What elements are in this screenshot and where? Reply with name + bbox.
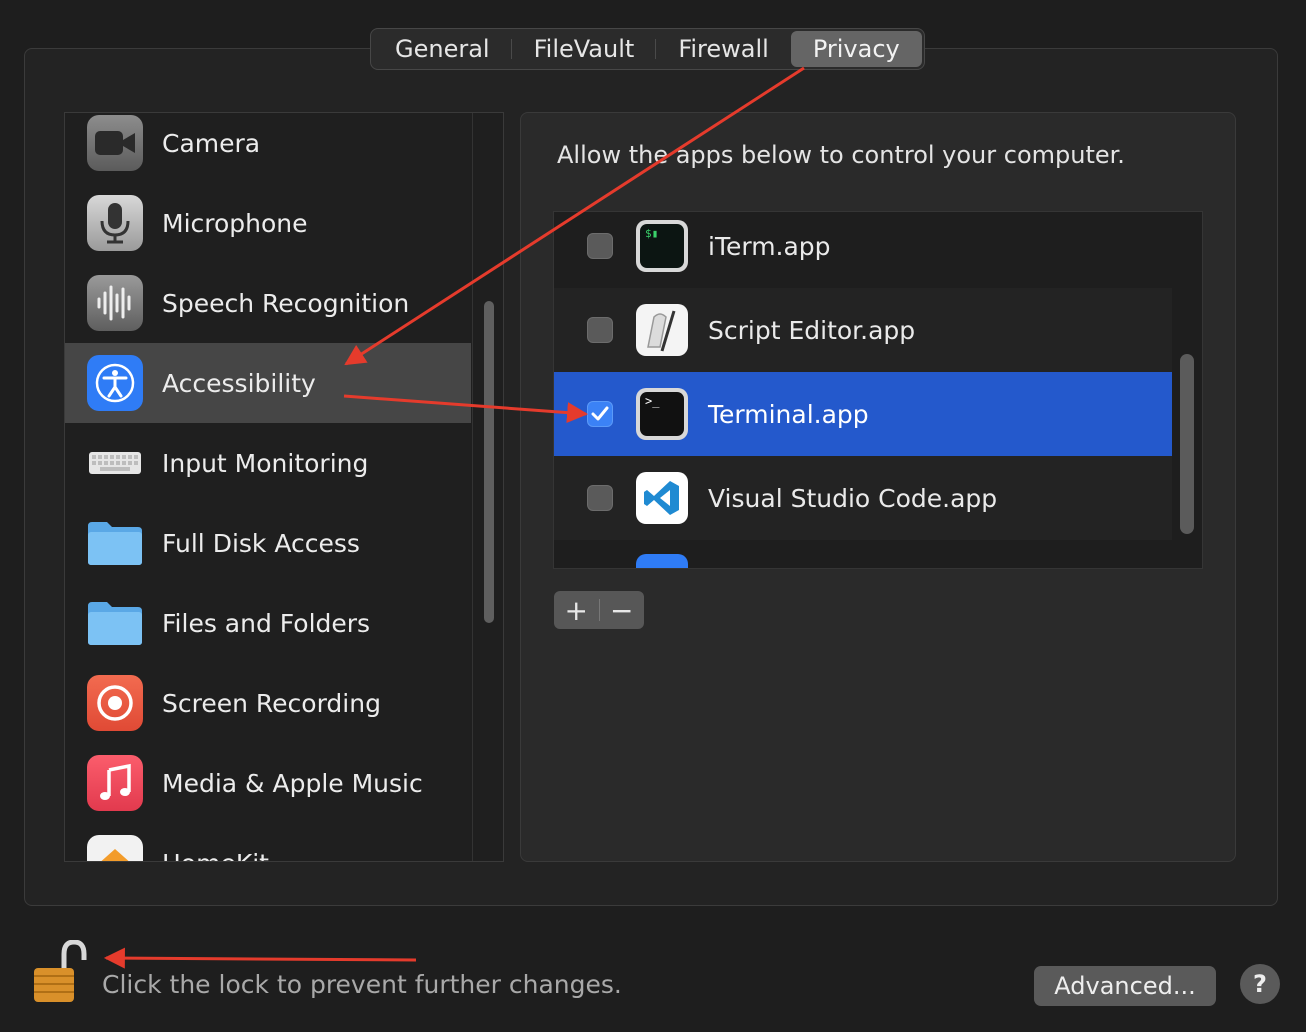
tab-filevault[interactable]: FileVault <box>512 31 657 67</box>
permission-description: Allow the apps below to control your com… <box>557 141 1125 169</box>
checkbox-script-editor[interactable] <box>587 317 613 343</box>
sidebar-item-label: Camera <box>162 128 261 158</box>
sidebar-scrollbar-thumb[interactable] <box>484 301 494 623</box>
app-icon <box>636 554 688 568</box>
app-label: Terminal.app <box>708 399 869 429</box>
app-row-script-editor[interactable]: Script Editor.app <box>554 288 1172 372</box>
tab-bar: General FileVault Firewall Privacy <box>370 28 925 70</box>
microphone-icon <box>87 195 143 251</box>
sidebar-item-media-apple-music[interactable]: Media & Apple Music <box>65 743 471 823</box>
sidebar-item-label: Media & Apple Music <box>162 768 423 798</box>
tab-privacy[interactable]: Privacy <box>790 31 922 67</box>
remove-app-button[interactable]: − <box>599 591 644 629</box>
privacy-category-list: Camera Microphone Speech Recognition Acc… <box>64 112 504 862</box>
music-icon <box>87 755 143 811</box>
app-row-vscode[interactable]: Visual Studio Code.app <box>554 456 1172 540</box>
screen-recording-icon <box>87 675 143 731</box>
home-icon <box>87 835 143 861</box>
sidebar-item-files-and-folders[interactable]: Files and Folders <box>65 583 471 663</box>
folder-icon <box>87 515 143 571</box>
folder-icon <box>87 595 143 651</box>
sidebar-scrollbar[interactable] <box>472 113 503 861</box>
sidebar-item-label: HomeKit <box>162 849 269 862</box>
app-row-terminal[interactable]: >_ Terminal.app <box>554 372 1172 456</box>
speech-recognition-icon <box>87 275 143 331</box>
sidebar-item-input-monitoring[interactable]: Input Monitoring <box>65 423 471 503</box>
app-list-scrollbar-thumb[interactable] <box>1180 354 1194 534</box>
add-app-button[interactable]: + <box>554 591 599 629</box>
annotation-arrow <box>103 947 417 969</box>
checkmark-icon <box>591 406 609 421</box>
sidebar-item-full-disk-access[interactable]: Full Disk Access <box>65 503 471 583</box>
app-label: Script Editor.app <box>708 315 916 345</box>
lock-status-text: Click the lock to prevent further change… <box>102 970 622 999</box>
tab-general[interactable]: General <box>373 31 512 67</box>
app-permission-pane: Allow the apps below to control your com… <box>520 112 1236 862</box>
sidebar-item-label: Files and Folders <box>162 608 371 638</box>
lock-icon[interactable] <box>28 939 88 1006</box>
terminal-icon: >_ <box>636 388 688 440</box>
app-row-iterm[interactable]: $▮ iTerm.app <box>554 212 1172 288</box>
keyboard-icon <box>87 435 143 491</box>
help-button[interactable]: ? <box>1240 964 1280 1004</box>
sidebar-item-label: Screen Recording <box>162 688 381 718</box>
checkbox-iterm[interactable] <box>587 233 613 259</box>
add-remove-control: + − <box>554 591 644 629</box>
iterm-icon: $▮ <box>636 220 688 272</box>
sidebar-item-screen-recording[interactable]: Screen Recording <box>65 663 471 743</box>
sidebar-item-label: Speech Recognition <box>162 288 410 318</box>
checkbox-terminal[interactable] <box>587 401 613 427</box>
sidebar-item-homekit[interactable]: HomeKit <box>65 823 471 862</box>
vscode-icon <box>636 472 688 524</box>
app-list: $▮ iTerm.app Script Editor.app >_ Termin… <box>553 211 1203 569</box>
app-row-partial[interactable] <box>554 540 1172 568</box>
accessibility-icon <box>87 355 143 411</box>
sidebar-item-accessibility[interactable]: Accessibility <box>65 343 471 423</box>
sidebar-item-camera[interactable]: Camera <box>65 113 471 183</box>
app-label: iTerm.app <box>708 231 831 261</box>
sidebar-item-microphone[interactable]: Microphone <box>65 183 471 263</box>
app-label: Visual Studio Code.app <box>708 483 998 513</box>
sidebar-item-speech-recognition[interactable]: Speech Recognition <box>65 263 471 343</box>
checkbox-vscode[interactable] <box>587 485 613 511</box>
advanced-button[interactable]: Advanced... <box>1034 966 1216 1006</box>
camera-icon <box>87 115 143 171</box>
sidebar-item-label: Full Disk Access <box>162 528 360 558</box>
tab-firewall[interactable]: Firewall <box>656 31 791 67</box>
sidebar-item-label: Input Monitoring <box>162 448 369 478</box>
script-editor-icon <box>636 304 688 356</box>
sidebar-item-label: Accessibility <box>162 368 316 398</box>
sidebar-item-label: Microphone <box>162 208 308 238</box>
